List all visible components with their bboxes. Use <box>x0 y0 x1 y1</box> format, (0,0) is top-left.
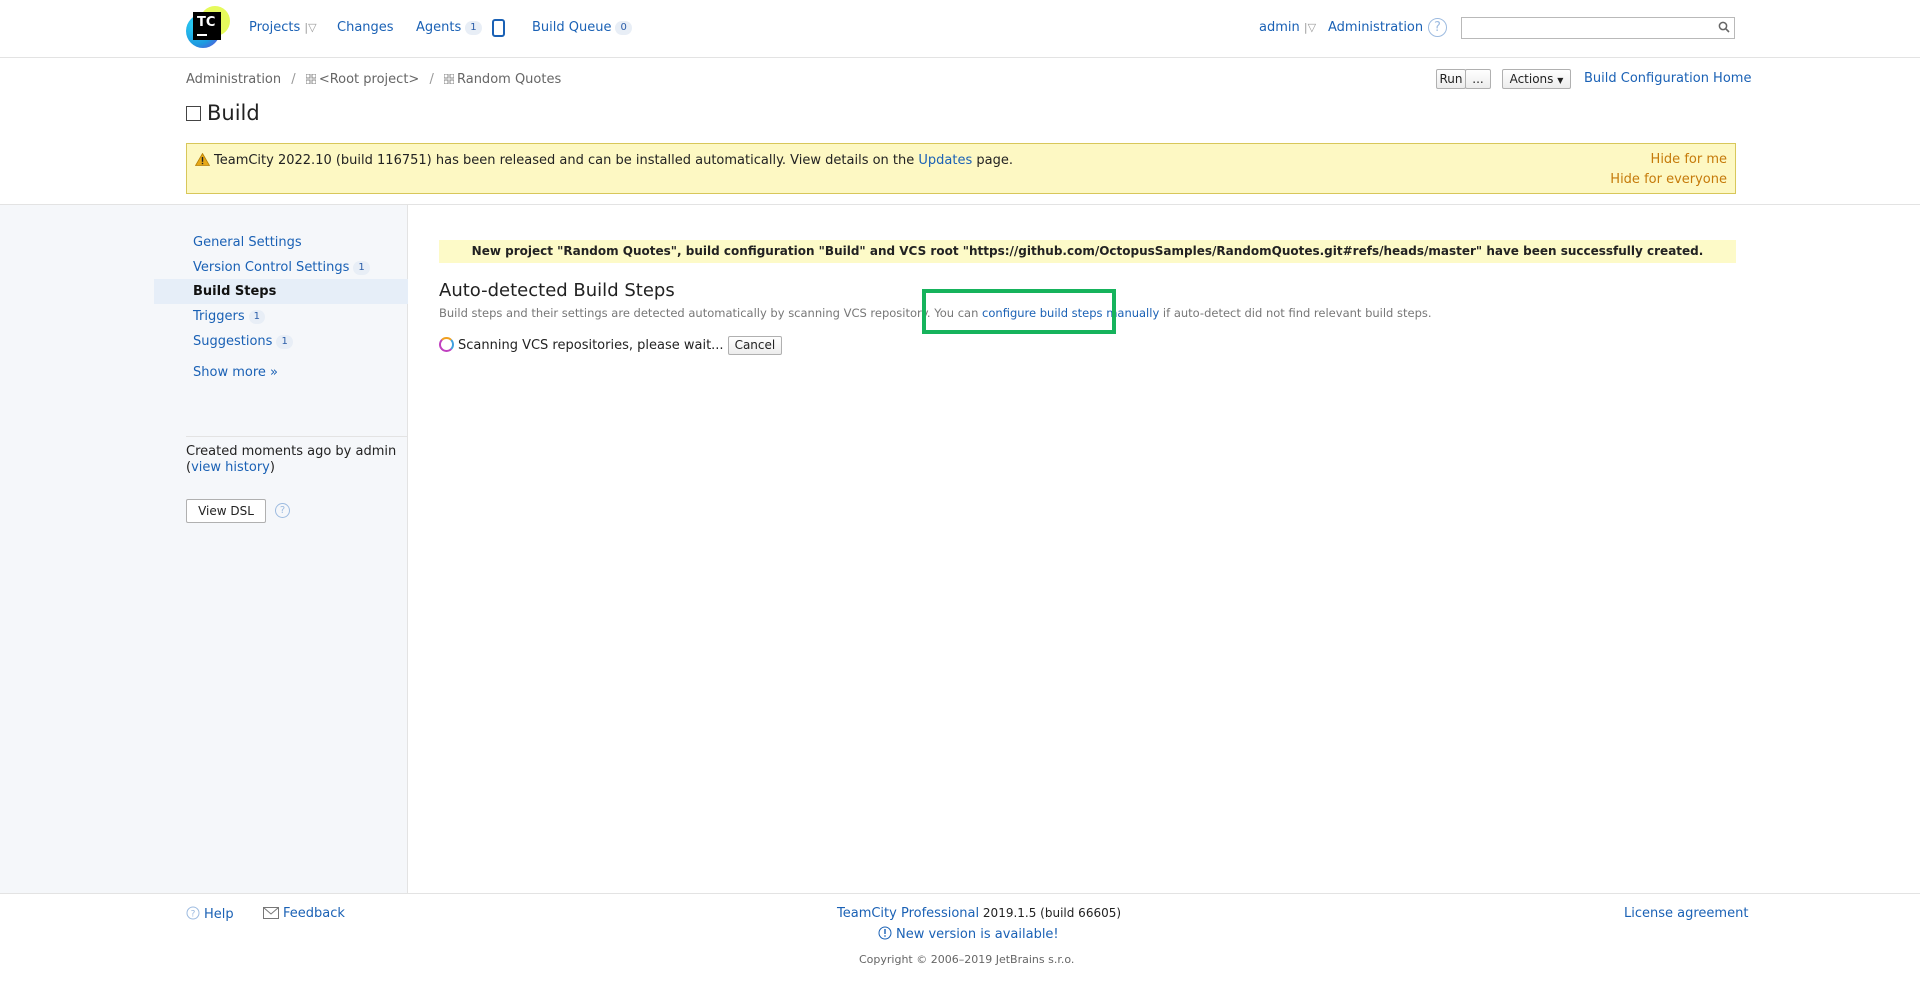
success-message: New project "Random Quotes", build confi… <box>439 240 1736 263</box>
footer-help-label[interactable]: Help <box>204 907 234 922</box>
run-options-button[interactable]: ... <box>1465 69 1491 89</box>
user-name[interactable]: admin <box>1259 20 1300 35</box>
search-icon[interactable] <box>1718 21 1730 33</box>
view-dsl-button[interactable]: View DSL <box>186 499 266 523</box>
breadcrumb-administration[interactable]: Administration <box>186 72 281 87</box>
warning-icon <box>195 153 210 166</box>
hide-for-me-link[interactable]: Hide for me <box>1651 152 1727 167</box>
breadcrumb-separator: / <box>291 72 296 87</box>
build-queue-count-badge: 0 <box>615 21 632 35</box>
sidebar-item-suggestions[interactable]: Suggestions 1 <box>193 334 293 349</box>
scanning-status: Scanning VCS repositories, please wait..… <box>439 336 783 355</box>
sidebar-item-badge: 1 <box>276 335 293 349</box>
teamcity-logo[interactable]: TC <box>186 6 230 50</box>
sidebar-item-general-settings[interactable]: General Settings <box>193 235 302 250</box>
breadcrumb: Administration / <Root project> / Random… <box>186 72 561 87</box>
chevron-down-icon[interactable]: |▽ <box>1304 21 1316 34</box>
chevron-down-icon[interactable]: |▽ <box>304 21 316 34</box>
sidebar-item-label[interactable]: Suggestions <box>193 334 272 349</box>
project-grid-icon <box>443 74 454 84</box>
scanning-text: Scanning VCS repositories, please wait..… <box>458 338 724 353</box>
sidebar: General Settings Version Control Setting… <box>0 205 408 893</box>
update-warning-banner: TeamCity 2022.10 (build 116751) has been… <box>186 143 1736 194</box>
update-warning-text: TeamCity 2022.10 (build 116751) has been… <box>195 153 1013 168</box>
nav-build-queue[interactable]: Build Queue 0 <box>532 20 632 35</box>
svg-text:?: ? <box>191 910 196 920</box>
info-icon <box>878 926 892 940</box>
build-configuration-home-link[interactable]: Build Configuration Home <box>1584 71 1751 86</box>
dropdown-caret-icon[interactable]: ▼ <box>1557 76 1563 85</box>
footer-divider <box>0 893 1920 894</box>
user-menu[interactable]: admin |▽ <box>1259 20 1316 35</box>
page-title: Build <box>186 101 260 125</box>
desc-text-after: if auto-detect did not find relevant bui… <box>1159 306 1432 320</box>
project-grid-icon <box>305 74 316 84</box>
new-version-notice[interactable]: New version is available! <box>878 926 1059 942</box>
build-config-icon <box>186 106 201 121</box>
created-text: Created moments ago by admin <box>186 444 397 459</box>
sidebar-item-badge: 1 <box>353 261 370 275</box>
show-more-link[interactable]: Show more » <box>193 365 278 380</box>
license-agreement-link[interactable]: License agreement <box>1624 906 1748 921</box>
nav-projects-label[interactable]: Projects <box>249 20 300 35</box>
sidebar-item-version-control-settings[interactable]: Version Control Settings 1 <box>193 260 370 275</box>
envelope-icon <box>263 907 279 919</box>
annotation-highlight-box <box>922 289 1116 334</box>
search-input[interactable] <box>1462 18 1702 38</box>
nav-agents-label[interactable]: Agents <box>416 20 461 35</box>
actions-menu-button[interactable]: Actions ▼ <box>1502 69 1571 89</box>
footer-feedback-label[interactable]: Feedback <box>283 906 345 921</box>
top-navigation-bar: TC Projects |▽ Changes Agents 1 Build Que… <box>0 0 1920 58</box>
search-box[interactable] <box>1461 17 1735 39</box>
hide-for-everyone-link[interactable]: Hide for everyone <box>1610 172 1727 187</box>
created-info: Created moments ago by admin (view histo… <box>186 444 396 476</box>
sidebar-item-build-steps[interactable]: Build Steps <box>193 284 276 299</box>
product-version: 2019.1.5 (build 66605) <box>979 906 1122 920</box>
paren-close: ) <box>269 460 275 475</box>
breadcrumb-root-project[interactable]: <Root project> <box>319 72 420 87</box>
sidebar-item-label[interactable]: Version Control Settings <box>193 260 349 275</box>
teamcity-professional-link[interactable]: TeamCity Professional <box>837 906 979 921</box>
cancel-button[interactable]: Cancel <box>727 336 783 355</box>
breadcrumb-separator: / <box>429 72 434 87</box>
footer-feedback[interactable]: Feedback <box>263 906 345 921</box>
desc-text-before: Build steps and their settings are detec… <box>439 306 983 320</box>
page-title-text: Build <box>207 101 260 125</box>
sidebar-item-triggers[interactable]: Triggers 1 <box>193 309 265 324</box>
help-icon[interactable]: ? <box>1428 18 1447 37</box>
copyright: Copyright © 2006–2019 JetBrains s.r.o. <box>859 953 1075 966</box>
updates-link[interactable]: Updates <box>918 153 972 168</box>
footer-help[interactable]: ? Help <box>186 906 234 922</box>
sidebar-item-badge: 1 <box>248 310 265 324</box>
nav-administration[interactable]: Administration <box>1328 20 1423 35</box>
footer-product-info: TeamCity Professional 2019.1.5 (build 66… <box>837 906 1121 921</box>
agent-status-icon[interactable] <box>492 19 505 37</box>
help-icon[interactable]: ? <box>275 503 290 518</box>
update-text-before: TeamCity 2022.10 (build 116751) has been… <box>214 153 919 168</box>
breadcrumb-random-quotes[interactable]: Random Quotes <box>457 72 561 87</box>
view-history-link[interactable]: view history <box>191 460 270 475</box>
new-version-label[interactable]: New version is available! <box>896 927 1059 942</box>
agents-count-badge: 1 <box>465 21 482 35</box>
loading-spinner-icon <box>439 337 454 352</box>
section-title: Auto-detected Build Steps <box>439 280 675 301</box>
nav-projects[interactable]: Projects |▽ <box>249 20 317 35</box>
actions-label[interactable]: Actions <box>1510 72 1554 86</box>
sidebar-item-label[interactable]: Triggers <box>193 309 245 324</box>
nav-build-queue-label[interactable]: Build Queue <box>532 20 611 35</box>
nav-changes[interactable]: Changes <box>337 20 394 35</box>
run-button[interactable]: Run <box>1436 69 1466 89</box>
nav-agents[interactable]: Agents 1 <box>416 20 482 35</box>
sidebar-separator <box>186 436 408 437</box>
update-text-after: page. <box>972 153 1013 168</box>
help-icon: ? <box>186 906 200 920</box>
